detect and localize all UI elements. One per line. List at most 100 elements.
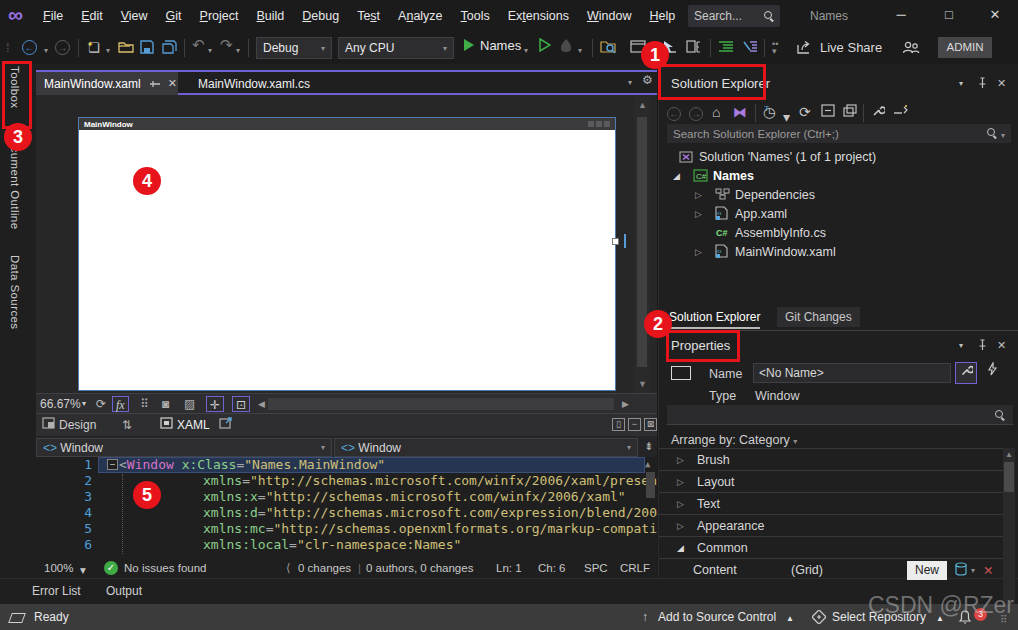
code-scroll-up-icon[interactable]: ▲ (645, 459, 650, 469)
start-debug-dropdown[interactable]: ▾ (524, 43, 528, 59)
designer-horizontal-scrollbar[interactable] (268, 398, 614, 410)
design-preview-window[interactable]: MainWindow (78, 117, 616, 391)
tab-error-list[interactable]: Error List (32, 584, 81, 598)
resize-handle[interactable] (612, 238, 619, 245)
navigate-forward-button[interactable]: → (55, 39, 70, 55)
snap-toggle[interactable]: ⊡ (232, 396, 250, 412)
minimize-button[interactable]: ─ (880, 0, 922, 30)
fold-marker[interactable]: − (107, 459, 118, 470)
navigate-back-button[interactable]: ← (22, 39, 37, 55)
xaml-tab[interactable]: XAML (177, 417, 210, 434)
tree-item-app-xaml[interactable]: ▷‹›App.xaml (659, 204, 1018, 223)
tab-solution-explorer[interactable]: Solution Explorer (669, 310, 760, 329)
undo-button[interactable]: ↶ (192, 37, 205, 53)
props-close-icon[interactable]: ✕ (997, 339, 1006, 352)
issues-label[interactable]: No issues found (124, 560, 206, 576)
menu-debug[interactable]: Debug (293, 0, 348, 32)
save-button[interactable] (140, 40, 154, 56)
editor-zoom-level[interactable]: 100% (44, 560, 73, 576)
se-close-icon[interactable]: ✕ (997, 77, 1006, 90)
snapline-toggle[interactable]: ✛ (206, 396, 224, 412)
snap-grid-icon[interactable]: ◙ (162, 396, 169, 412)
hscroll-right-icon[interactable]: ▶ (622, 396, 629, 412)
new-item-button[interactable]: ❏✦ (88, 40, 106, 56)
resource-dropdown[interactable]: ▾ (971, 566, 975, 575)
code-line[interactable]: xmlns:x="http://schemas.microsoft.com/wi… (203, 489, 626, 505)
menu-view[interactable]: View (112, 0, 157, 32)
indent-icon[interactable] (718, 40, 734, 56)
menu-test[interactable]: Test (348, 0, 389, 32)
code-scrollbar-thumb[interactable] (646, 472, 655, 498)
close-button[interactable]: ✕ (974, 0, 1016, 30)
column-indicator[interactable]: Ch: 6 (538, 560, 566, 576)
spaces-indicator[interactable]: SPC (584, 560, 608, 576)
start-without-debug-button[interactable] (538, 38, 551, 54)
side-tab-data-sources[interactable]: Data Sources (9, 255, 21, 329)
properties-search-box[interactable] (667, 405, 1013, 425)
horizontal-split-icon[interactable]: − (628, 418, 641, 431)
se-dropdown-icon[interactable]: ▾ (959, 79, 963, 88)
save-all-button[interactable] (162, 40, 177, 56)
eol-indicator[interactable]: CRLF (620, 560, 650, 576)
se-forward-icon[interactable]: → (689, 104, 703, 121)
category-layout[interactable]: ▷Layout (659, 470, 1015, 492)
tree-item-names[interactable]: ◢C#Names (659, 166, 1018, 185)
designer-vertical-scrollbar[interactable]: ▲ ▼ (634, 97, 650, 393)
pin-icon[interactable] (149, 78, 161, 90)
close-tab-icon[interactable]: ✕ (168, 77, 177, 90)
se-pin-icon[interactable] (977, 77, 988, 91)
se-back-icon[interactable]: ← (667, 104, 681, 121)
category-text[interactable]: ▷Text (659, 492, 1015, 514)
zoom-level[interactable]: 66.67% (40, 396, 81, 412)
tab-output[interactable]: Output (106, 584, 142, 598)
profiler-icon[interactable] (560, 38, 573, 54)
properties-wrench-button[interactable] (955, 362, 977, 384)
tree-item-assemblyinfo-cs[interactable]: C#AssemblyInfo.cs (659, 223, 1018, 242)
category-common[interactable]: ◢Common (659, 536, 1015, 558)
platform-dropdown[interactable]: Any CPU▾ (338, 37, 454, 59)
changes-label[interactable]: 0 changes (298, 560, 351, 576)
expander-icon[interactable]: ▷ (677, 455, 697, 465)
props-scroll-up[interactable]: ▲ (1005, 450, 1013, 459)
breadcrumb-left[interactable]: <> Window▾ (36, 438, 332, 457)
profiler-dropdown[interactable]: ▾ (578, 43, 582, 59)
splitter-handle-icon[interactable]: ⇟ (644, 440, 653, 453)
code-line[interactable]: <Window x:Class="Names.MainWindow" (119, 457, 385, 473)
expander-icon[interactable]: ◢ (673, 171, 693, 181)
configuration-dropdown[interactable]: Debug▾ (256, 37, 332, 59)
clear-value-icon[interactable]: ✕ (983, 563, 993, 578)
edit-ordered-icon[interactable] (686, 40, 701, 56)
events-lightning-button[interactable] (981, 362, 1003, 384)
expander-icon[interactable]: ▷ (695, 209, 715, 219)
menu-build[interactable]: Build (248, 0, 294, 32)
search-box[interactable]: Search... (688, 5, 780, 27)
grid-icon[interactable]: ⠿ (140, 396, 149, 412)
hscroll-left-icon[interactable]: ◀ (258, 396, 265, 412)
add-source-dropdown[interactable]: ▲ (786, 614, 794, 623)
menu-extensions[interactable]: Extensions (499, 0, 578, 32)
ruler-icon[interactable]: ▨ (184, 396, 195, 412)
expander-icon[interactable]: ▷ (695, 190, 715, 200)
background-tasks-icon[interactable] (10, 612, 24, 626)
expander-icon[interactable]: ▷ (677, 499, 697, 509)
expander-icon[interactable]: ▷ (677, 477, 697, 487)
redo-dropdown[interactable]: ▾ (236, 43, 240, 59)
category-brush[interactable]: ▷Brush (659, 448, 1015, 470)
tab-options-gear-icon[interactable]: ⚙ (642, 73, 653, 87)
feedback-icon[interactable] (902, 40, 920, 56)
expander-icon[interactable]: ▷ (677, 521, 697, 531)
expander-icon[interactable]: ◢ (677, 543, 697, 553)
vertical-split-icon[interactable]: ▯ (612, 418, 625, 431)
navigate-back-dropdown[interactable]: ▾ (44, 43, 48, 59)
menu-window[interactable]: Window (578, 0, 640, 32)
open-folder-icon[interactable] (118, 40, 134, 56)
effects-toggle[interactable]: fx (112, 396, 129, 412)
menu-git[interactable]: Git (157, 0, 191, 32)
code-line[interactable]: xmlns:local="clr-namespace:Names" (203, 537, 461, 553)
design-tab[interactable]: Design (59, 417, 96, 434)
arrange-by-label[interactable]: Arrange by: Category ▾ (671, 433, 797, 447)
start-debug-button[interactable]: Names (462, 38, 521, 54)
tree-item-solution-names-1-of-1-project-[interactable]: Solution 'Names' (1 of 1 project) (659, 147, 1018, 166)
collapse-pane-icon[interactable]: ⊠ (644, 418, 657, 431)
toolbar-overflow-button[interactable]: ••▾ (772, 41, 778, 57)
